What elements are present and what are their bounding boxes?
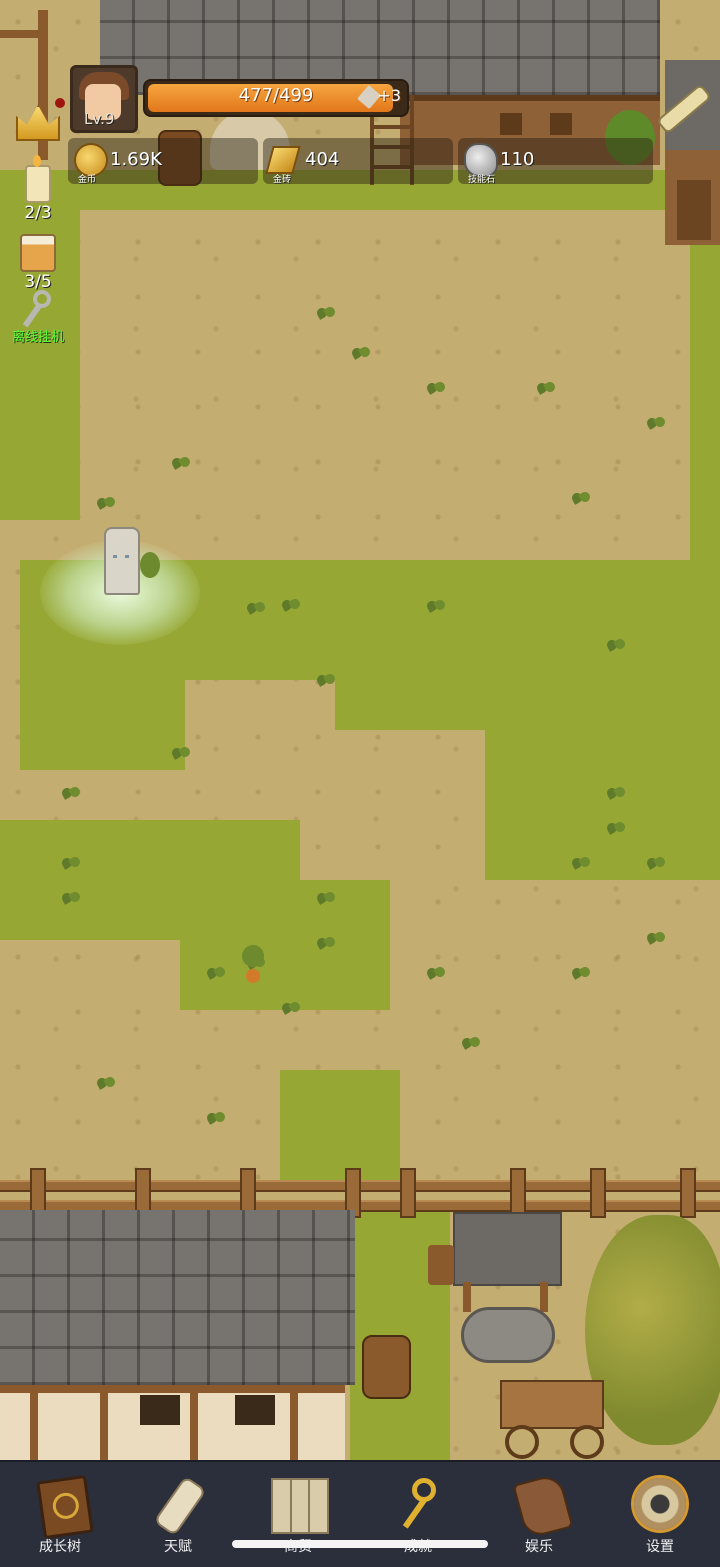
- nav-growth-tree[interactable]: 成长树: [15, 1472, 105, 1562]
- sprout: [605, 785, 627, 803]
- sprout: [425, 598, 447, 616]
- sprout: [60, 785, 82, 803]
- offline-idle-button[interactable]: 离线挂机: [4, 290, 72, 345]
- crown-icon: [16, 105, 60, 141]
- candle-icon: [25, 155, 51, 203]
- bottom-house-roof: [0, 1210, 355, 1385]
- sprout: [425, 380, 447, 398]
- sprout: [460, 1035, 482, 1053]
- sprout: [570, 490, 592, 508]
- sprout: [95, 495, 117, 513]
- carrot-plant: [240, 945, 266, 985]
- scroll-icon: [153, 1475, 207, 1537]
- gold-coin-counter[interactable]: 1.69K 金币: [68, 138, 258, 185]
- grass-right: [690, 200, 720, 600]
- bucket: [428, 1245, 454, 1285]
- sprout: [570, 965, 592, 983]
- grass-patch-left: [20, 660, 185, 770]
- home-indicator: [232, 1540, 488, 1548]
- exp-bar: 477/499 +3: [143, 79, 409, 117]
- key-icon: [21, 290, 55, 328]
- sprout: [60, 855, 82, 873]
- sprout: [60, 890, 82, 908]
- sprout: [645, 855, 667, 873]
- gold-brick-icon: [265, 146, 301, 174]
- sprout: [280, 1000, 302, 1018]
- grass-patch-right: [485, 700, 720, 880]
- banner-icon: [512, 1472, 574, 1540]
- fence-post: [680, 1168, 696, 1218]
- skill-stone-counter[interactable]: 110 技能石: [458, 138, 653, 185]
- sprout: [535, 380, 557, 398]
- gold-brick-counter[interactable]: 404 金砖: [263, 138, 453, 185]
- sprout: [315, 305, 337, 323]
- fence-post: [400, 1168, 416, 1218]
- game-map[interactable]: [0, 0, 720, 1460]
- exp-bonus: +3: [377, 86, 401, 105]
- top-hud: Lv.9 477/499 +3 1.69K 金币 404 金砖 110 技能石: [0, 0, 720, 200]
- candle-button[interactable]: 2/3: [10, 155, 66, 223]
- sprout: [245, 600, 267, 618]
- grass-patch-bottom: [280, 1070, 400, 1190]
- grass-patch-lower-mid: [180, 880, 390, 1010]
- sprout: [315, 935, 337, 953]
- sprout: [170, 745, 192, 763]
- hay-cart: [500, 1380, 610, 1460]
- sprout: [645, 415, 667, 433]
- map-icon: [271, 1478, 329, 1534]
- sprout: [315, 672, 337, 690]
- barrel: [362, 1335, 411, 1399]
- golden-key-icon: [398, 1478, 442, 1530]
- sprout: [645, 930, 667, 948]
- sprout: [280, 597, 302, 615]
- bottom-house-wall: [0, 1385, 345, 1460]
- sprout: [605, 637, 627, 655]
- mug-icon: [20, 234, 56, 272]
- nav-settings[interactable]: 设置: [615, 1472, 705, 1562]
- fence-post: [510, 1168, 526, 1218]
- gear-icon: [634, 1478, 686, 1530]
- grass-patch-yard: [350, 1200, 450, 1460]
- nav-talent[interactable]: 天赋: [133, 1472, 223, 1562]
- nav-entertainment[interactable]: 娱乐: [494, 1472, 584, 1562]
- carrot-plant: [140, 552, 160, 578]
- sprout: [570, 855, 592, 873]
- sprout: [205, 965, 227, 983]
- sword-icon[interactable]: [655, 83, 713, 135]
- water-well[interactable]: [453, 1212, 562, 1363]
- stone-character[interactable]: [104, 527, 140, 595]
- nav-achievement[interactable]: 成就: [373, 1472, 463, 1562]
- nav-trade[interactable]: 商贸: [253, 1472, 343, 1562]
- sprout: [350, 345, 372, 363]
- sprout: [205, 1110, 227, 1128]
- player-level: Lv.9: [84, 110, 115, 128]
- sprout: [605, 820, 627, 838]
- sprout: [315, 890, 337, 908]
- crown-button[interactable]: [10, 105, 66, 155]
- sprout: [170, 455, 192, 473]
- book-icon: [36, 1474, 94, 1540]
- sprout: [95, 1075, 117, 1093]
- bottom-nav-bar: 成长树 天赋 商贸 成就 娱乐 设置: [0, 1460, 720, 1567]
- drink-button[interactable]: 3/5: [10, 234, 66, 292]
- sprout: [425, 965, 447, 983]
- fence-post: [590, 1168, 606, 1218]
